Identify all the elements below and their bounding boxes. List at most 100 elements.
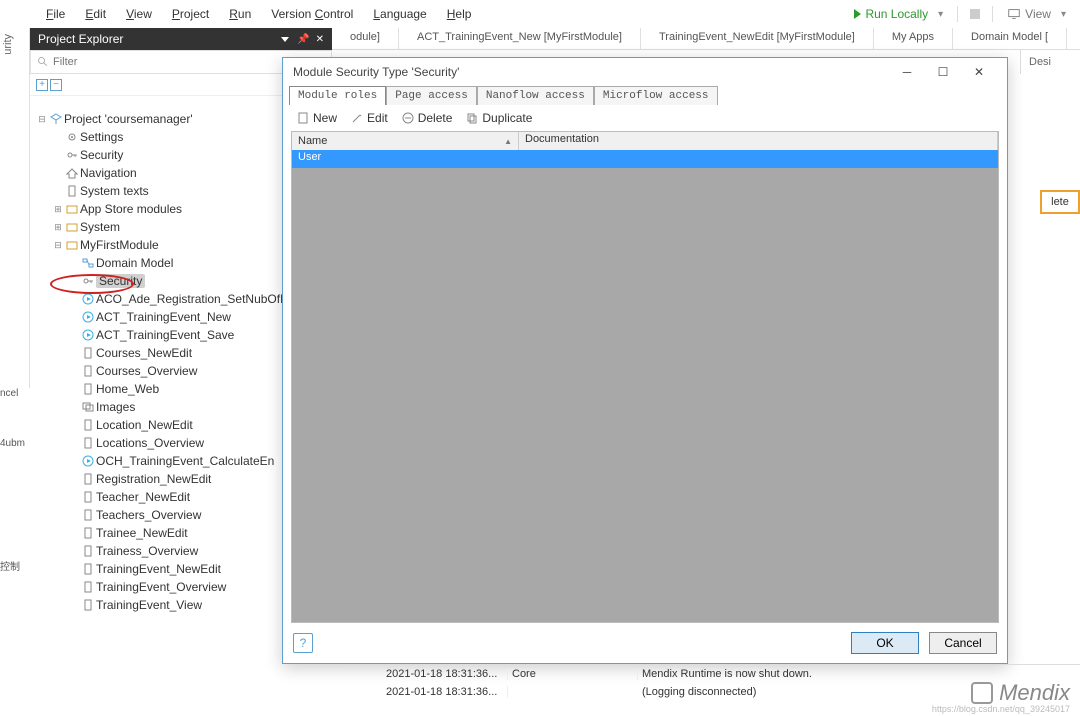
tree-label: Teacher_NewEdit: [96, 490, 190, 504]
project-explorer-header: Project Explorer 📌 ✕: [30, 28, 332, 50]
tree-label: ACO_Ade_Registration_SetNubOfRegi: [96, 292, 305, 306]
left-dock-strip: urity: [0, 28, 30, 388]
dialog-titlebar: Module Security Type 'Security' ─ ☐ ✕: [283, 58, 1007, 86]
folder-icon: [64, 239, 80, 251]
col-name[interactable]: Name▲: [292, 132, 519, 150]
tree-label: Locations_Overview: [96, 436, 204, 450]
chevron-down-icon: ▾: [938, 9, 943, 20]
delete-button[interactable]: Delete: [396, 109, 459, 127]
stop-button[interactable]: [970, 9, 980, 19]
page-icon: [80, 563, 96, 575]
expand-icon[interactable]: ⊞: [52, 204, 64, 215]
dialog-tabs: Module roles Page access Nanoflow access…: [283, 86, 1007, 105]
menu-help[interactable]: Help: [437, 3, 482, 25]
tree-label: Trainess_Overview: [96, 544, 198, 558]
view-dropdown[interactable]: View ▾: [999, 5, 1074, 23]
tab-microflow-access[interactable]: Microflow access: [594, 86, 718, 105]
tree-label: Trainee_NewEdit: [96, 526, 188, 540]
menu-run[interactable]: Run: [219, 3, 261, 25]
tree-label: Security: [96, 274, 145, 288]
tree-label: ACT_TrainingEvent_New: [96, 310, 231, 324]
watermark-url: https://blog.csdn.net/qq_39245017: [932, 704, 1070, 714]
page-icon: [64, 185, 80, 197]
cancel-button[interactable]: Cancel: [929, 632, 997, 654]
panel-menu-icon[interactable]: [281, 37, 289, 42]
pin-icon[interactable]: 📌: [297, 34, 309, 45]
console-row: 2021-01-18 18:31:36...(Logging disconnec…: [342, 683, 1080, 701]
minimize-button[interactable]: ─: [889, 60, 925, 84]
maximize-button[interactable]: ☐: [925, 60, 961, 84]
tree-label: Courses_Overview: [96, 364, 197, 378]
search-icon: [37, 56, 49, 68]
play-icon: [80, 311, 96, 323]
page-icon: [80, 365, 96, 377]
table-row[interactable]: User: [292, 150, 998, 168]
page-icon: [80, 599, 96, 611]
sidetab-design[interactable]: Desi: [1020, 50, 1080, 74]
tree-label: Security: [80, 148, 123, 162]
tree-label: Navigation: [80, 166, 137, 180]
tree-label: Images: [96, 400, 135, 414]
cell-doc: [519, 150, 531, 168]
menu-view[interactable]: View: [116, 3, 162, 25]
tab-page-access[interactable]: Page access: [386, 86, 477, 105]
folder-icon: [64, 203, 80, 215]
delete-button-fragment[interactable]: lete: [1040, 190, 1080, 214]
dialog-title-text: Module Security Type 'Security': [293, 65, 459, 79]
col-documentation[interactable]: Documentation: [519, 132, 998, 150]
tab-3[interactable]: My Apps: [874, 28, 953, 49]
vtab-security[interactable]: urity: [0, 28, 16, 61]
editor-tabs: odule] ACT_TrainingEvent_New [MyFirstMod…: [332, 28, 1080, 50]
menu-version-control[interactable]: Version Control: [261, 3, 363, 25]
page-icon: [80, 527, 96, 539]
menu-edit[interactable]: Edit: [75, 3, 116, 25]
roles-table: Name▲ Documentation User: [291, 131, 999, 623]
page-icon: [80, 437, 96, 449]
tree-label: Courses_NewEdit: [96, 346, 192, 360]
menu-file[interactable]: File: [36, 3, 75, 25]
tree-label: App Store modules: [80, 202, 182, 216]
play-icon: [80, 329, 96, 341]
duplicate-button[interactable]: Duplicate: [460, 109, 538, 127]
tree-label: Domain Model: [96, 256, 173, 270]
page-icon: [80, 545, 96, 557]
close-button[interactable]: ✕: [961, 60, 997, 84]
help-button[interactable]: ?: [293, 633, 313, 653]
tree-label: Registration_NewEdit: [96, 472, 211, 486]
tab-1[interactable]: ACT_TrainingEvent_New [MyFirstModule]: [399, 28, 641, 49]
tree-label: Teachers_Overview: [96, 508, 201, 522]
panel-title: Project Explorer: [38, 32, 123, 46]
new-icon: [297, 112, 309, 124]
page-icon: [80, 491, 96, 503]
play-icon: [854, 9, 861, 19]
tree-label: TrainingEvent_View: [96, 598, 202, 612]
expand-icon[interactable]: ⊟: [36, 114, 48, 125]
expand-all-button[interactable]: +: [36, 79, 48, 91]
menu-project[interactable]: Project: [162, 3, 219, 25]
menu-language[interactable]: Language: [363, 3, 436, 25]
tab-0[interactable]: odule]: [332, 28, 399, 49]
page-icon: [80, 581, 96, 593]
expand-icon[interactable]: ⊟: [52, 240, 64, 251]
frag-submit: 4ubm: [0, 438, 30, 449]
right-dock: Desi: [1020, 50, 1080, 74]
collapse-all-button[interactable]: −: [50, 79, 62, 91]
delete-icon: [402, 112, 414, 124]
cell-name: User: [292, 150, 519, 168]
tab-module-roles[interactable]: Module roles: [289, 86, 386, 105]
expand-icon[interactable]: ⊞: [52, 222, 64, 233]
domain-icon: [80, 257, 96, 269]
page-icon: [80, 509, 96, 521]
edit-button[interactable]: Edit: [345, 109, 394, 127]
close-icon[interactable]: ✕: [316, 34, 324, 45]
tab-nanoflow-access[interactable]: Nanoflow access: [477, 86, 594, 105]
tree-label: MyFirstModule: [80, 238, 159, 252]
folder-icon: [64, 221, 80, 233]
run-locally-button[interactable]: Run Locally ▾: [846, 5, 951, 23]
new-button[interactable]: New: [291, 109, 343, 127]
ok-button[interactable]: OK: [851, 632, 919, 654]
duplicate-icon: [466, 112, 478, 124]
tab-4[interactable]: Domain Model [: [953, 28, 1067, 49]
tab-2[interactable]: TrainingEvent_NewEdit [MyFirstModule]: [641, 28, 874, 49]
key-icon: [80, 275, 96, 287]
